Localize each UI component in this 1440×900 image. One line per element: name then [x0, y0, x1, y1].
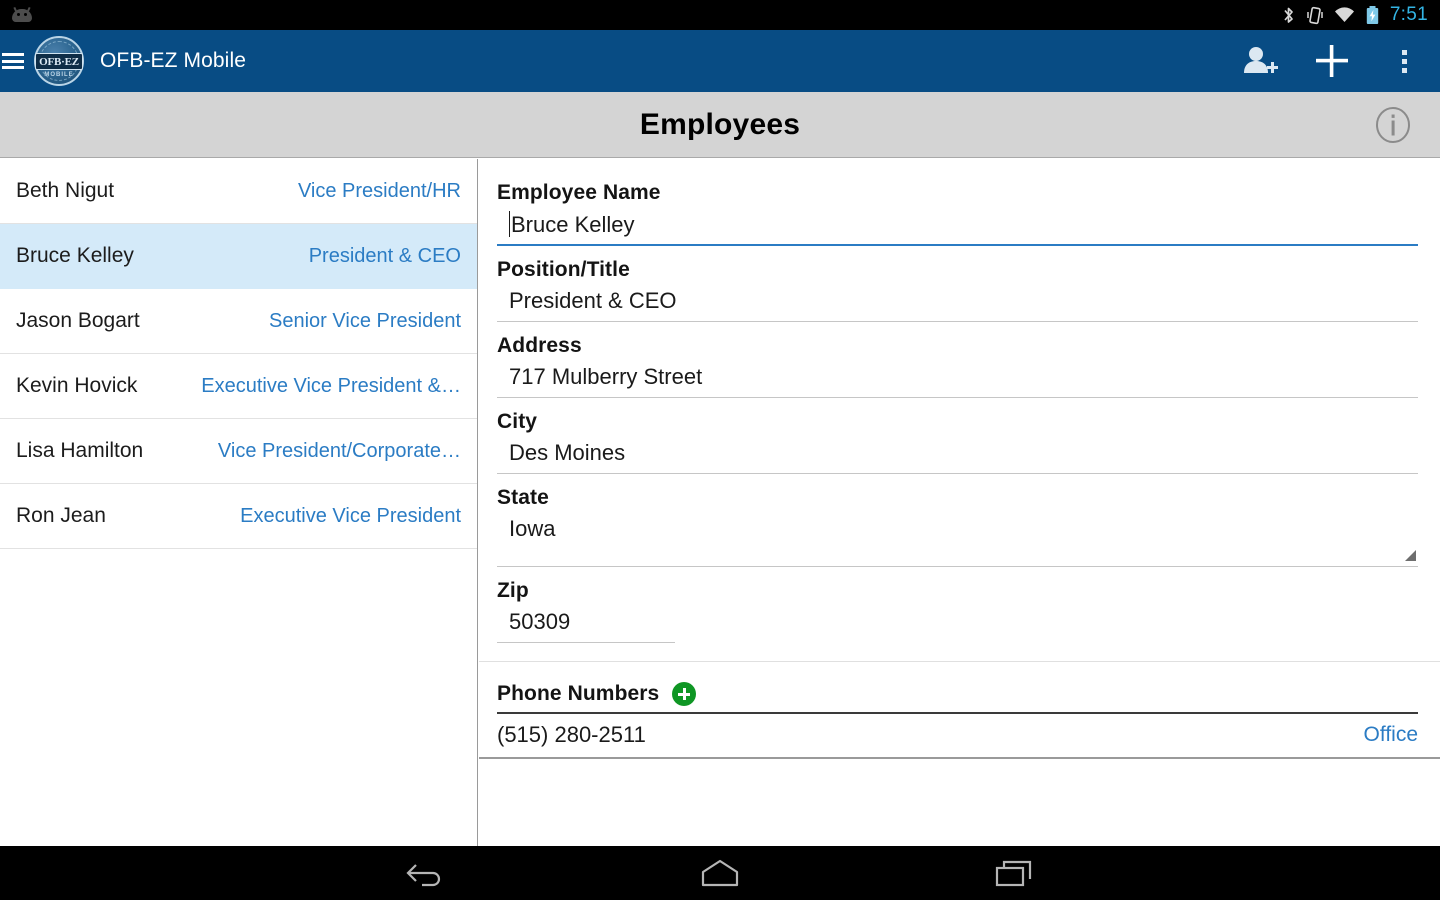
position-title-input[interactable]: President & CEO	[497, 284, 1418, 322]
vibrate-icon	[1307, 6, 1323, 24]
phone-numbers-label: Phone Numbers	[497, 682, 660, 705]
home-button[interactable]	[690, 853, 750, 893]
state-spinner[interactable]: Iowa	[497, 512, 1418, 567]
add-phone-icon[interactable]	[672, 682, 697, 706]
add-person-button[interactable]	[1224, 30, 1296, 92]
employee-name-value: Bruce Kelley	[511, 212, 635, 237]
logo-subtext: MOBILE	[44, 72, 74, 78]
employee-row-1[interactable]: Bruce Kelley President & CEO	[0, 224, 477, 289]
wifi-icon	[1334, 6, 1354, 22]
phone-section-header: Phone Numbers	[479, 682, 1440, 706]
employee-row-5[interactable]: Ron Jean Executive Vice President	[0, 484, 477, 549]
add-button[interactable]	[1296, 30, 1368, 92]
logo-text: OFB·EZ	[39, 55, 79, 68]
android-nav-bar	[0, 846, 1440, 900]
spinner-triangle-icon	[1405, 550, 1416, 561]
app-bar: OFB·EZ MOBILE OFB-EZ Mobile	[0, 30, 1440, 92]
content-area: Beth Nigut Vice President/HR Bruce Kelle…	[0, 159, 1440, 846]
employee-row-2[interactable]: Jason Bogart Senior Vice President	[0, 289, 477, 354]
phone-row-0[interactable]: (515) 280-2511 Office	[479, 714, 1440, 759]
page-title: Employees	[639, 107, 801, 141]
back-button[interactable]	[395, 853, 455, 893]
app-root: 7:51 OFB·EZ MOBILE OFB-EZ Mobile Employe…	[0, 0, 1440, 900]
employee-row-3[interactable]: Kevin Hovick Executive Vice President &…	[0, 354, 477, 419]
battery-charging-icon	[1366, 5, 1379, 24]
address-label: Address	[497, 334, 582, 357]
info-icon	[1376, 106, 1410, 143]
field-state: State Iowa	[479, 486, 1440, 567]
field-position-title: Position/Title President & CEO	[479, 258, 1440, 322]
employee-name: Bruce Kelley	[16, 244, 134, 267]
bluetooth-icon	[1284, 7, 1293, 23]
add-icon	[1316, 45, 1348, 77]
page-title-bar: Employees	[0, 92, 1440, 158]
add-person-icon	[1244, 47, 1278, 73]
address-input[interactable]: 717 Mulberry Street	[497, 360, 1418, 398]
employee-title: Senior Vice President	[269, 309, 461, 332]
employee-title: Executive Vice President &…	[201, 374, 461, 397]
ofb-ez-logo: OFB·EZ MOBILE	[30, 35, 88, 87]
status-bar-left	[10, 6, 1281, 23]
status-bar-right: 7:51	[1281, 4, 1428, 26]
employee-name-input[interactable]: Bruce Kelley	[497, 207, 1418, 246]
android-robot-icon	[10, 6, 34, 23]
zip-label: Zip	[497, 579, 529, 602]
employee-title: President & CEO	[308, 244, 461, 267]
phone-number: (515) 280-2511	[497, 722, 646, 747]
employee-name: Beth Nigut	[16, 179, 115, 202]
back-icon	[406, 864, 441, 887]
field-employee-name: Employee Name Bruce Kelley	[479, 159, 1440, 246]
recents-button[interactable]	[985, 853, 1045, 893]
home-icon	[701, 859, 739, 887]
city-input[interactable]: Des Moines	[497, 436, 1418, 474]
info-button[interactable]	[1374, 106, 1412, 144]
employee-title: Vice President/HR	[297, 179, 461, 202]
position-title-label: Position/Title	[497, 258, 630, 281]
employee-row-0[interactable]: Beth Nigut Vice President/HR	[0, 159, 477, 224]
overflow-menu-icon	[1401, 49, 1407, 73]
employee-detail-form: Employee Name Bruce Kelley Position/Titl…	[479, 159, 1440, 846]
text-caret	[509, 211, 510, 237]
state-label: State	[497, 486, 549, 509]
employee-name: Lisa Hamilton	[16, 439, 144, 462]
field-address: Address 717 Mulberry Street	[479, 334, 1440, 398]
app-title: OFB-EZ Mobile	[100, 49, 246, 72]
employee-name: Ron Jean	[16, 504, 106, 527]
field-city: City Des Moines	[479, 410, 1440, 474]
phone-type[interactable]: Office	[1364, 723, 1418, 747]
field-zip: Zip 50309	[479, 579, 1440, 643]
hamburger-menu-icon[interactable]	[2, 50, 26, 72]
employee-list[interactable]: Beth Nigut Vice President/HR Bruce Kelle…	[0, 159, 478, 846]
employee-name: Jason Bogart	[16, 309, 140, 332]
employee-title: Vice President/Corporate…	[217, 439, 461, 462]
zip-input[interactable]: 50309	[497, 605, 675, 643]
overflow-menu-button[interactable]	[1368, 30, 1440, 92]
city-label: City	[497, 410, 538, 433]
employee-name: Kevin Hovick	[16, 374, 138, 397]
section-divider	[479, 661, 1440, 662]
employee-row-4[interactable]: Lisa Hamilton Vice President/Corporate…	[0, 419, 477, 484]
employee-name-label: Employee Name	[497, 181, 661, 204]
app-bar-actions	[1224, 30, 1440, 92]
employee-title: Executive Vice President	[240, 504, 461, 527]
android-status-bar: 7:51	[0, 0, 1440, 30]
recents-icon	[995, 860, 1032, 887]
status-bar-clock: 7:51	[1389, 4, 1428, 25]
